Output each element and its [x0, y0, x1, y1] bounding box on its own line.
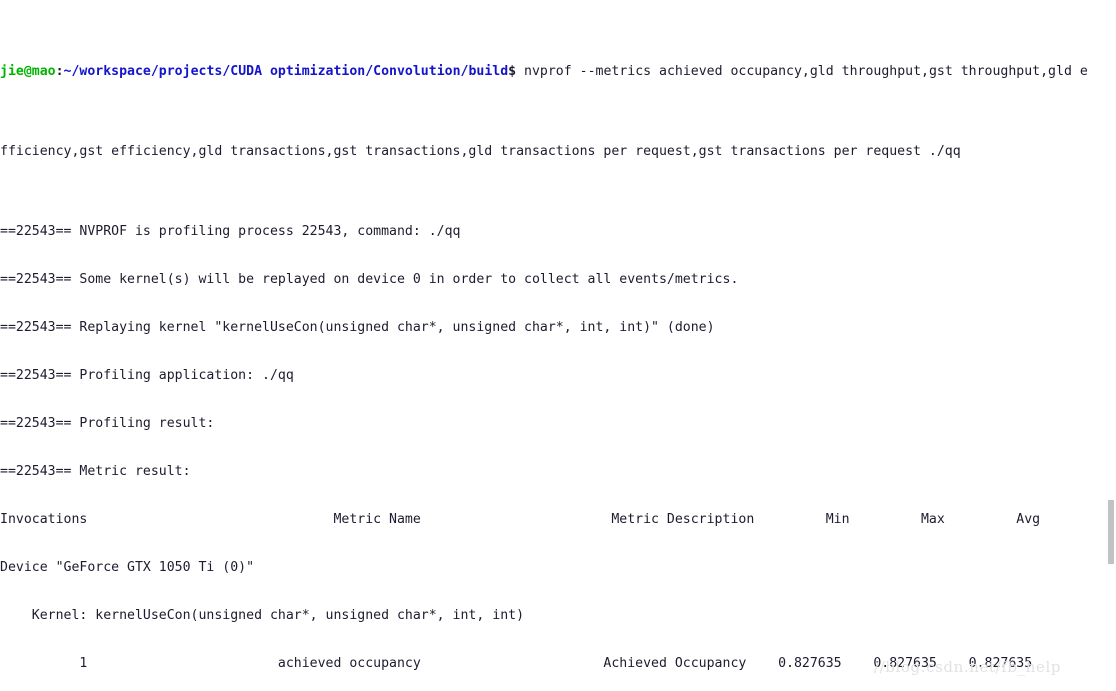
output-text: ==22543== Some kernel(s) will be replaye…	[0, 272, 739, 287]
prompt-line-1: jie@mao:~/workspace/projects/CUDA optimi…	[0, 64, 1108, 80]
terminal-window: jie@mao:~/workspace/projects/CUDA optimi…	[0, 0, 1116, 691]
kernel-line: Kernel: kernelUseCon(unsigned char*, uns…	[0, 608, 1108, 624]
prompt-dollar: $	[508, 64, 517, 79]
scrollbar-track[interactable]	[1107, 0, 1116, 691]
output-text: ==22543== Replaying kernel "kernelUseCon…	[0, 320, 715, 335]
watermark-text: //blog.csdn.net/fb_help	[874, 658, 1062, 676]
output-line: ==22543== Some kernel(s) will be replaye…	[0, 272, 1108, 288]
output-text: Invocations Metric Name Metric Descripti…	[0, 512, 1041, 527]
output-line: ==22543== Metric result:	[0, 464, 1108, 480]
output-text: Device "GeForce GTX 1050 Ti (0)"	[0, 560, 255, 575]
output-line: ==22543== NVPROF is profiling process 22…	[0, 224, 1108, 240]
output-text: ==22543== Metric result:	[0, 464, 191, 479]
metric-table-header: Invocations Metric Name Metric Descripti…	[0, 512, 1108, 528]
device-line: Device "GeForce GTX 1050 Ti (0)"	[0, 560, 1108, 576]
terminal-output-area[interactable]: jie@mao:~/workspace/projects/CUDA optimi…	[0, 0, 1108, 691]
command-text-1-wrap: fficiency,gst efficiency,gld transaction…	[0, 144, 961, 159]
output-line: ==22543== Profiling result:	[0, 416, 1108, 432]
scrollbar-thumb[interactable]	[1108, 500, 1114, 564]
output-text: ==22543== Profiling application: ./qq	[0, 368, 294, 383]
command-text-1: nvprof --metrics achieved occupancy,gld …	[516, 64, 1088, 79]
output-line: ==22543== Replaying kernel "kernelUseCon…	[0, 320, 1108, 336]
prompt-separator: :	[55, 64, 64, 79]
output-text: Kernel: kernelUseCon(unsigned char*, uns…	[0, 608, 525, 623]
output-text: ==22543== Profiling result:	[0, 416, 215, 431]
output-text: ==22543== NVPROF is profiling process 22…	[0, 224, 461, 239]
output-line: ==22543== Profiling application: ./qq	[0, 368, 1108, 384]
prompt-user-host: jie@mao	[0, 64, 56, 79]
command-wrap-line-1: fficiency,gst efficiency,gld transaction…	[0, 144, 1108, 160]
prompt-path: ~/workspace/projects/CUDA optimization/C…	[63, 64, 509, 79]
